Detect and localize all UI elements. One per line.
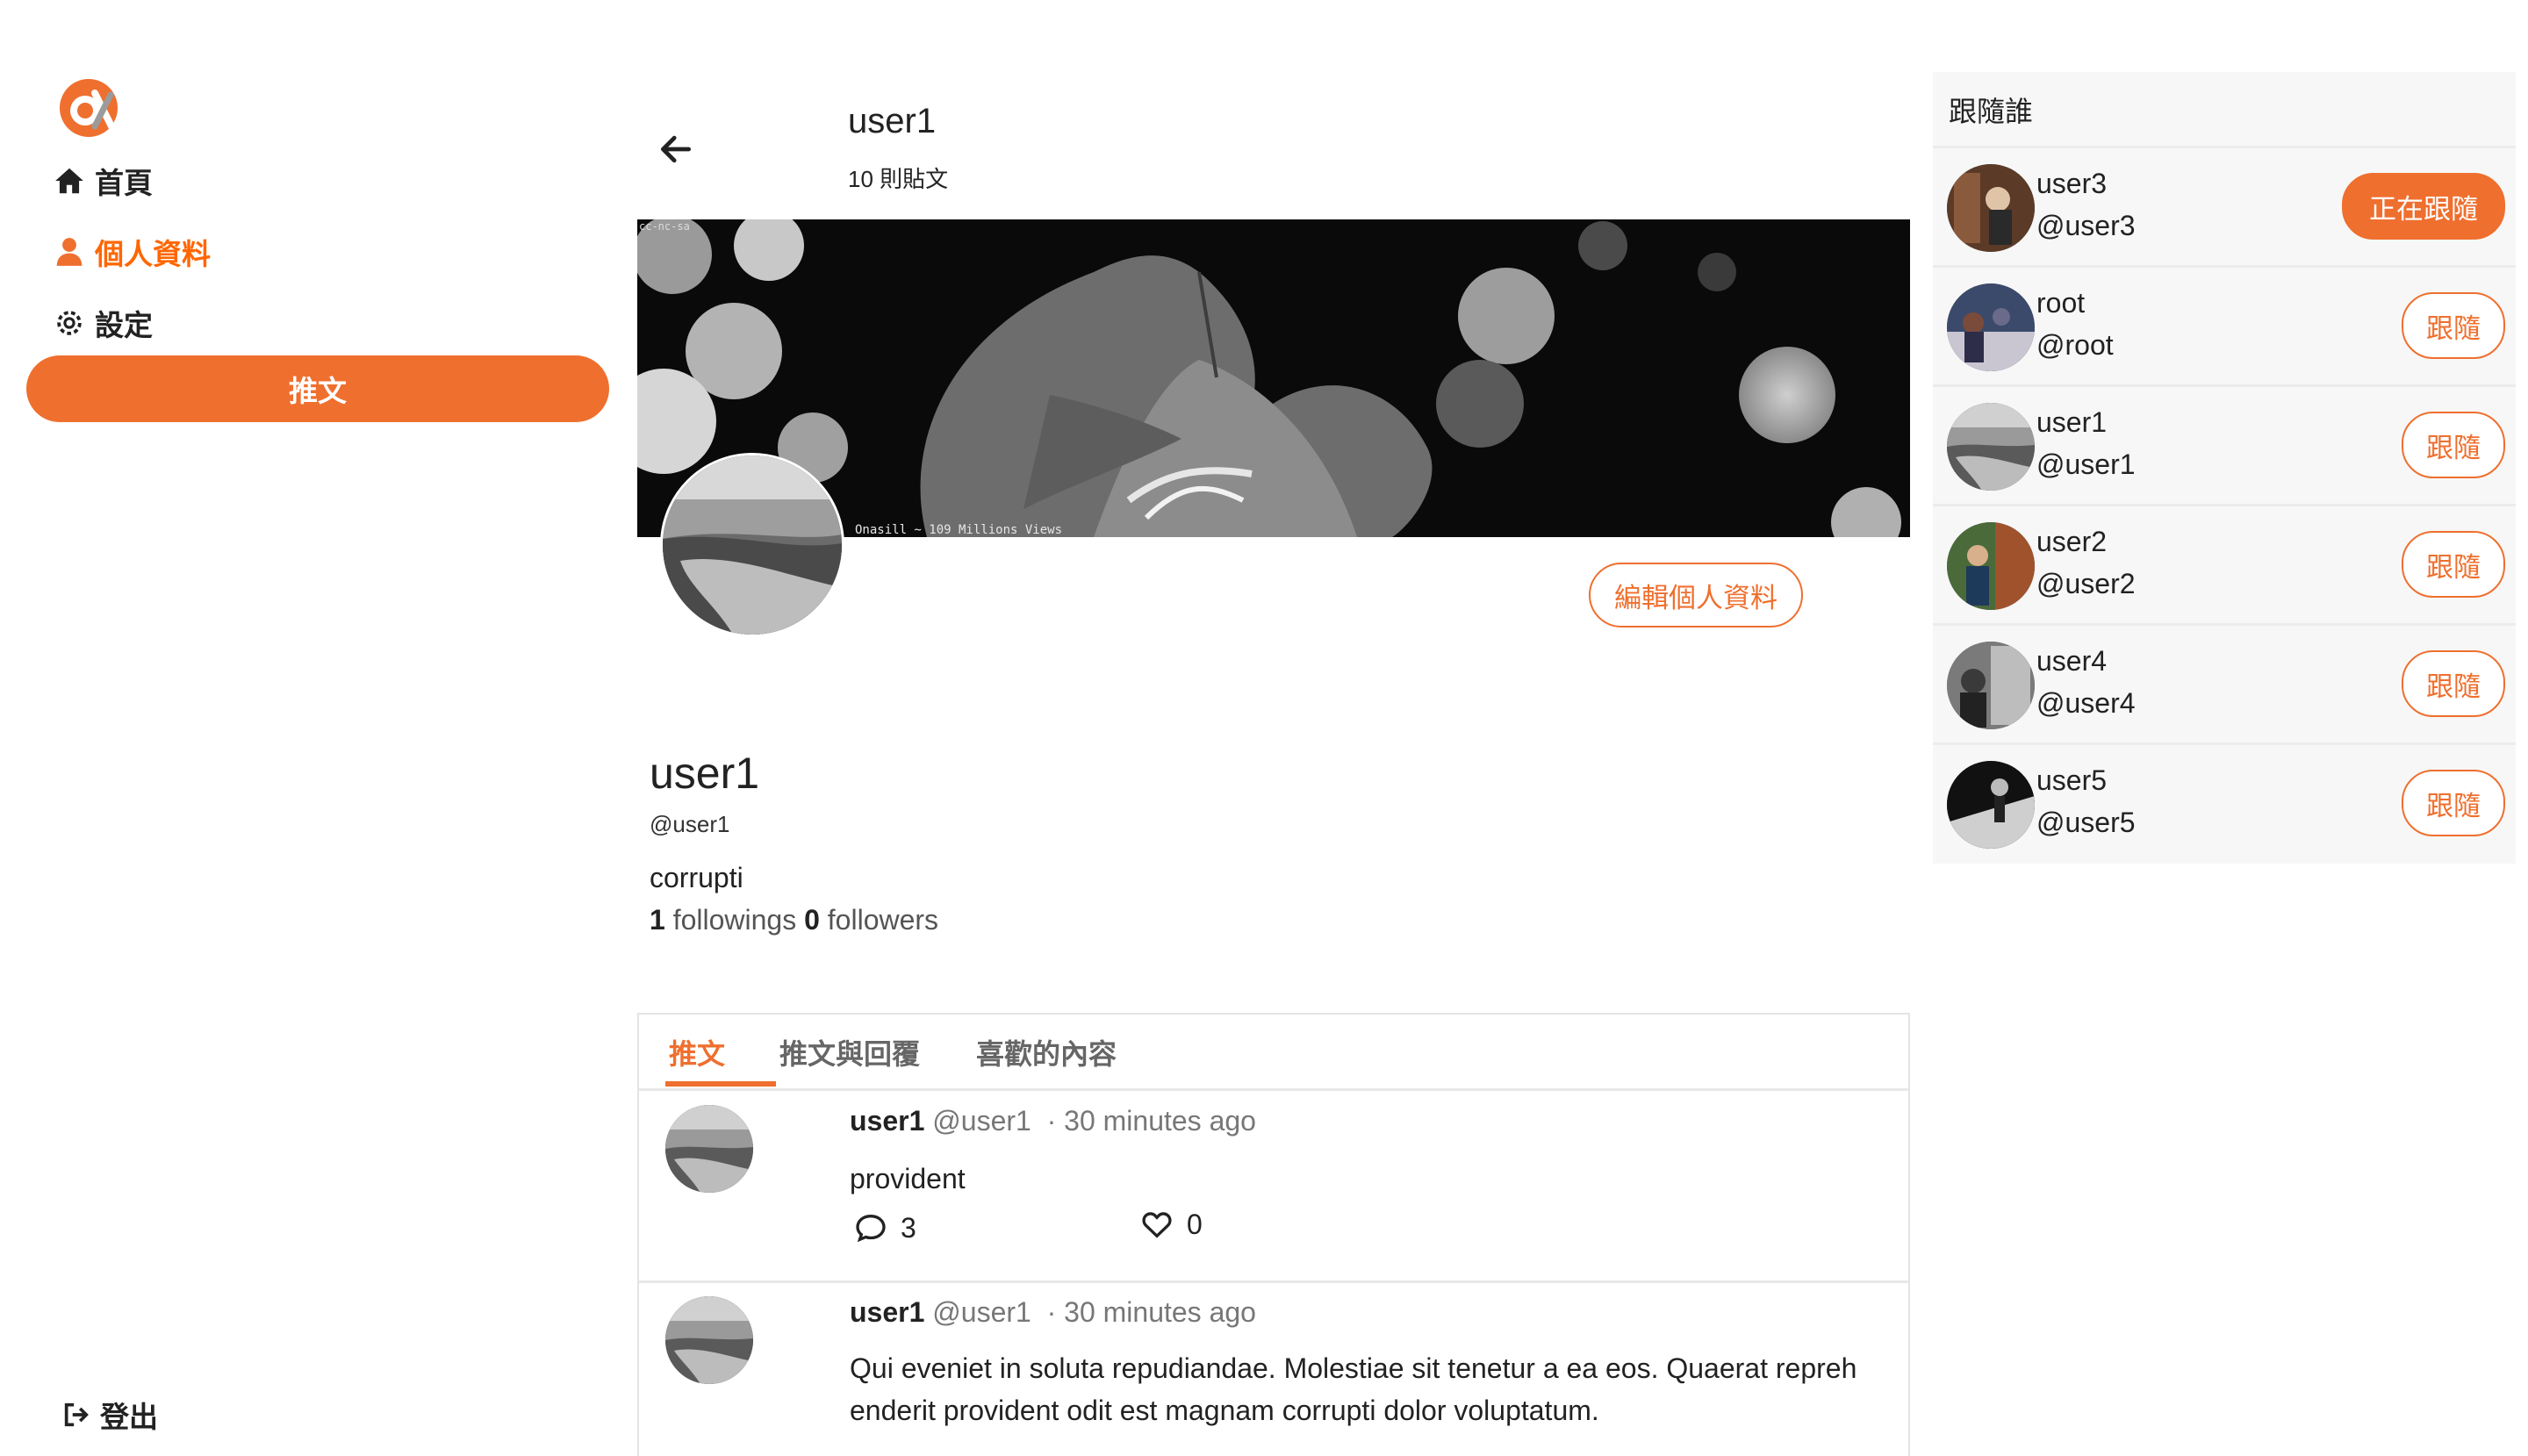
tweet-header: user1 @user1 · 30 minutes ago — [850, 1296, 1256, 1329]
suggestion-avatar[interactable] — [1947, 164, 2035, 252]
alpha-logo-icon[interactable] — [56, 75, 121, 140]
suggestion-handle: @user5 — [2036, 807, 2136, 838]
tweet-text: Qui eveniet in soluta repudiandae. Moles… — [850, 1352, 1857, 1426]
followers-count: 0 — [804, 904, 820, 936]
header-post-count: 10 則貼文 — [848, 166, 949, 192]
header-username: user1 — [848, 102, 937, 140]
logout-button[interactable]: 登出 — [61, 1394, 158, 1436]
heart-icon — [1142, 1212, 1172, 1238]
follow-suggestion-row: user5 @user5 跟隨 — [1933, 742, 2516, 862]
nav-profile-label: 個人資料 — [95, 238, 211, 270]
profile-handle: @user1 — [650, 811, 730, 837]
home-icon — [55, 168, 83, 194]
suggestion-avatar[interactable] — [1947, 283, 2035, 371]
tweet-text: provident — [850, 1163, 966, 1194]
logout-label: 登出 — [100, 1401, 158, 1433]
tweet-author-handle: @user1 — [932, 1296, 1031, 1328]
tweet-item[interactable]: user1 @user1 · 30 minutes ago provident … — [637, 1089, 1910, 1283]
suggestion-name[interactable]: user3 — [2036, 168, 2107, 200]
nav-home-label: 首頁 — [95, 167, 153, 199]
who-to-follow-panel: 跟隨誰 user3 @user3 正在跟隨 root @root 跟隨 user… — [1933, 72, 2516, 864]
reply-count: 3 — [901, 1211, 916, 1244]
tweet-author-handle: @user1 — [932, 1105, 1031, 1137]
follow-suggestion-row: user3 @user3 正在跟隨 — [1933, 146, 2516, 265]
follow-button[interactable]: 跟隨 — [2402, 531, 2505, 598]
user-icon — [56, 238, 83, 266]
banner-watermark-text: Onasill ~ 109 Millions Views — [855, 523, 1062, 537]
profile-bio: corrupti — [650, 862, 743, 893]
gear-icon — [57, 311, 82, 335]
who-to-follow-title: 跟隨誰 — [1949, 96, 2034, 127]
tab-likes[interactable]: 喜歡的內容 — [976, 1032, 1117, 1072]
following-button[interactable]: 正在跟隨 — [2342, 173, 2505, 240]
followers-label: followers — [827, 904, 939, 936]
follow-button[interactable]: 跟隨 — [2402, 770, 2505, 836]
profile-follow-stats: 1 followings 0 followers — [650, 904, 938, 936]
tweet-author-name[interactable]: user1 — [850, 1105, 924, 1137]
suggestion-handle: @user1 — [2036, 448, 2136, 480]
compose-tweet-button[interactable]: 推文 — [26, 355, 609, 422]
reply-button[interactable]: 3 — [853, 1210, 916, 1245]
suggestion-name[interactable]: user2 — [2036, 526, 2107, 558]
follow-suggestion-row: user2 @user2 跟隨 — [1933, 504, 2516, 623]
suggestion-name[interactable]: user4 — [2036, 645, 2107, 678]
suggestion-name[interactable]: user5 — [2036, 764, 2107, 797]
follow-suggestion-row: root @root 跟隨 — [1933, 265, 2516, 384]
suggestion-handle: @root — [2036, 329, 2114, 361]
follow-suggestion-row: user1 @user1 跟隨 — [1933, 384, 2516, 504]
follow-button[interactable]: 跟隨 — [2402, 412, 2505, 478]
tab-tweets-replies[interactable]: 推文與回覆 — [779, 1032, 920, 1072]
suggestion-handle: @user3 — [2036, 210, 2136, 241]
follow-button[interactable]: 跟隨 — [2402, 650, 2505, 717]
tweet-timestamp: · 30 minutes ago — [1046, 1105, 1256, 1137]
banner-license-text: cc-nc-sa — [639, 220, 690, 233]
nav-settings-label: 設定 — [95, 309, 153, 341]
edit-profile-button[interactable]: 編輯個人資料 — [1589, 563, 1803, 628]
nav-home[interactable]: 首頁 — [53, 160, 153, 202]
suggestion-handle: @user4 — [2036, 687, 2136, 719]
tweet-avatar[interactable] — [665, 1296, 753, 1384]
suggestion-avatar[interactable] — [1947, 522, 2035, 610]
follow-button[interactable]: 跟隨 — [2402, 292, 2505, 359]
profile-banner-image: cc-nc-sa Onasill ~ 109 Millions Views — [637, 219, 1910, 537]
nav-profile[interactable]: 個人資料 — [53, 231, 211, 273]
like-button[interactable]: 0 — [1139, 1207, 1203, 1242]
nav-settings[interactable]: 設定 — [53, 302, 153, 344]
profile-tabs: 推文 推文與回覆 喜歡的內容 — [637, 1013, 1910, 1091]
logout-icon — [64, 1402, 89, 1427]
suggestion-name[interactable]: root — [2036, 287, 2085, 319]
like-count: 0 — [1187, 1208, 1203, 1240]
suggestion-avatar[interactable] — [1947, 403, 2035, 491]
suggestion-avatar[interactable] — [1947, 642, 2035, 729]
comment-icon — [856, 1214, 886, 1243]
suggestion-handle: @user2 — [2036, 568, 2136, 599]
tweet-avatar[interactable] — [665, 1105, 753, 1193]
tweet-timestamp: · 30 minutes ago — [1046, 1296, 1256, 1328]
tab-tweets[interactable]: 推文 — [669, 1032, 725, 1072]
suggestion-name[interactable]: user1 — [2036, 406, 2107, 439]
followings-link[interactable]: 1 followings — [650, 904, 796, 936]
back-arrow-icon[interactable] — [657, 130, 695, 169]
tweet-author-name[interactable]: user1 — [850, 1296, 924, 1328]
followers-link[interactable]: 0 followers — [804, 904, 938, 936]
profile-avatar[interactable] — [660, 453, 844, 637]
followings-label: followings — [672, 904, 797, 936]
followings-count: 1 — [650, 904, 665, 936]
profile-name: user1 — [650, 749, 760, 798]
active-tab-indicator — [665, 1081, 776, 1087]
tweet-header: user1 @user1 · 30 minutes ago — [850, 1105, 1256, 1137]
suggestion-avatar[interactable] — [1947, 761, 2035, 849]
tweet-item[interactable]: user1 @user1 · 30 minutes ago Qui evenie… — [637, 1280, 1910, 1456]
follow-suggestion-row: user4 @user4 跟隨 — [1933, 623, 2516, 742]
